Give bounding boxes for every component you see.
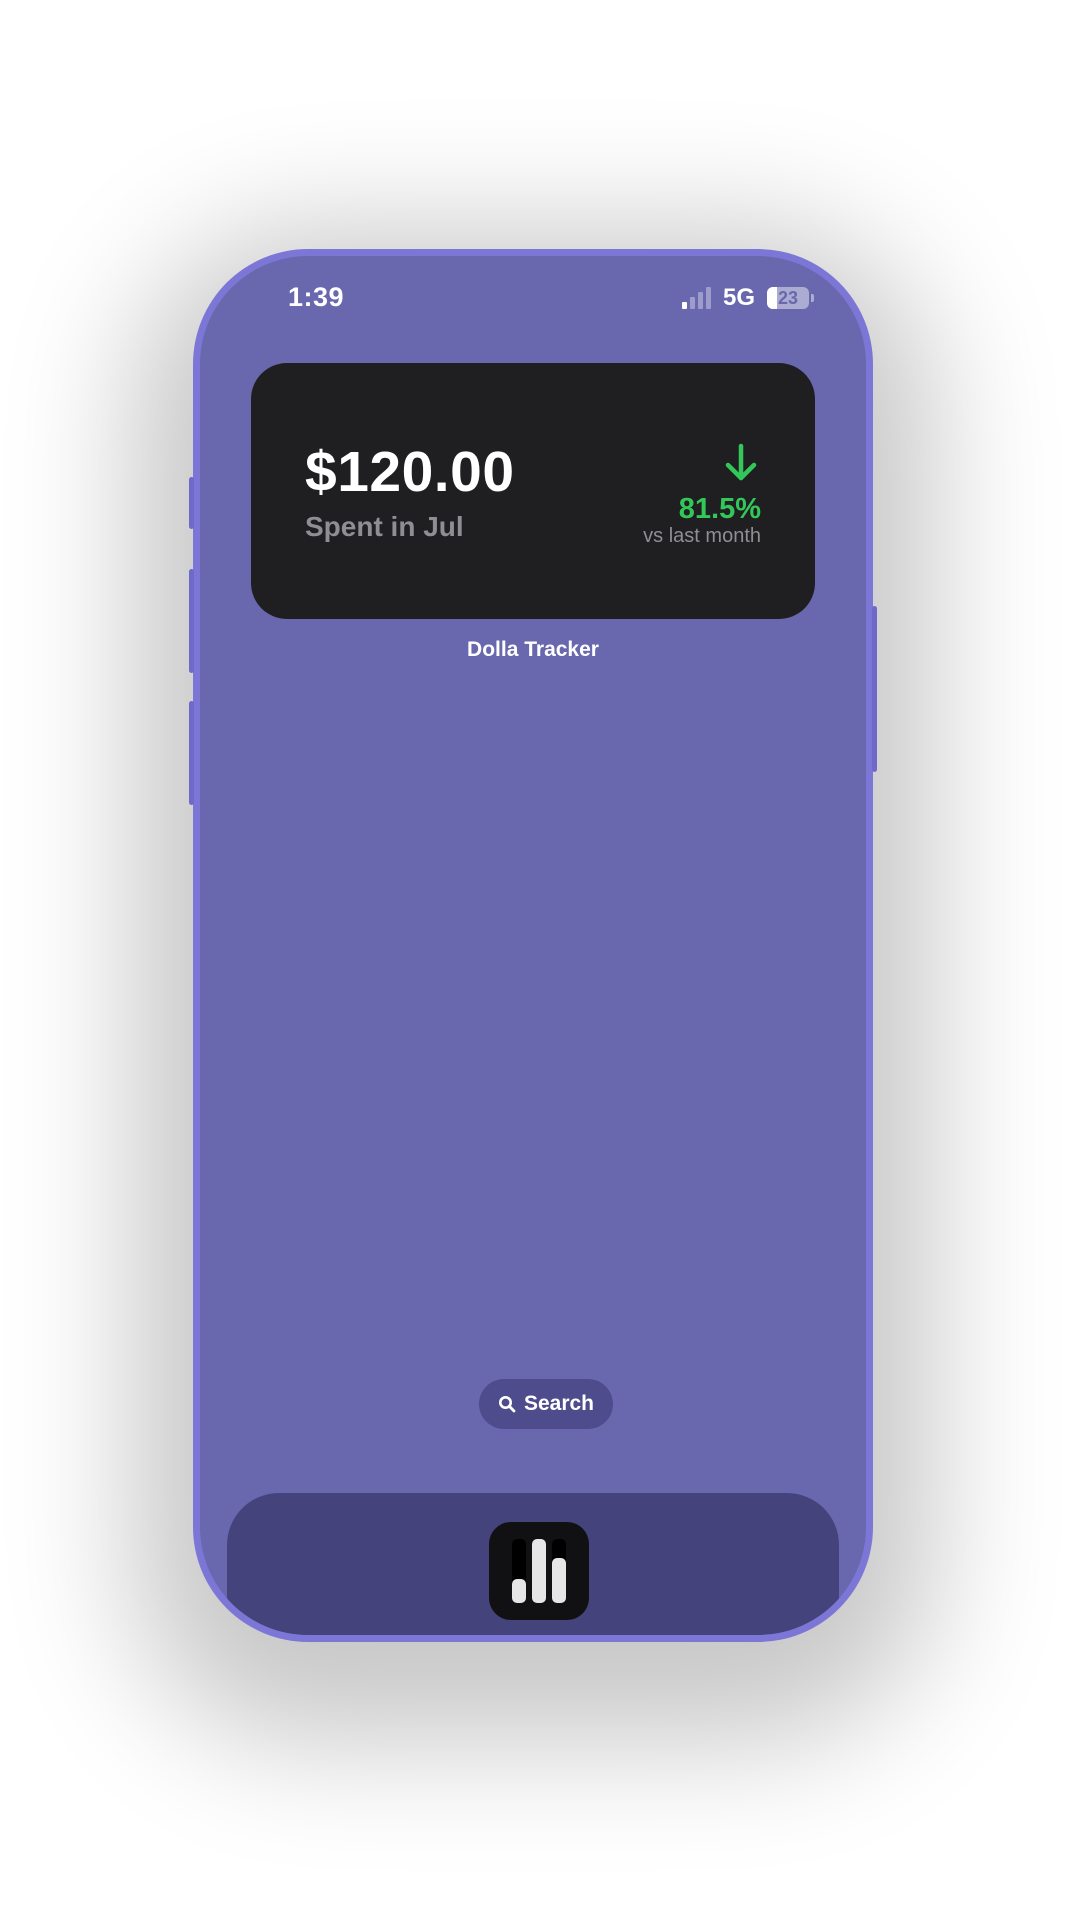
- dolla-tracker-app-icon[interactable]: [489, 1522, 589, 1620]
- battery-fill: [767, 287, 777, 309]
- action-button: [189, 477, 194, 529]
- dock: [227, 1493, 839, 1635]
- change-percent: 81.5%: [678, 493, 761, 525]
- arrow-down-icon: [725, 443, 757, 481]
- signal-bar: [705, 287, 711, 309]
- battery-icon: 23: [767, 287, 809, 309]
- search-button[interactable]: Search: [479, 1379, 613, 1429]
- page: 1:39 5G 23 $120.00 Spent in Jul 81.5% vs…: [0, 0, 1080, 1920]
- network-type: 5G: [722, 284, 755, 311]
- search-label: Search: [523, 1392, 595, 1415]
- phone-frame: 1:39 5G 23 $120.00 Spent in Jul 81.5% vs…: [189, 249, 877, 1642]
- cellular-signal-icon: [681, 287, 711, 309]
- search-icon: [498, 1396, 516, 1413]
- home-screen: 1:39 5G 23 $120.00 Spent in Jul 81.5% vs…: [200, 256, 866, 1635]
- status-time: 1:39: [288, 282, 345, 312]
- volume-down-button: [189, 701, 194, 805]
- bar-chart-icon: [512, 1539, 566, 1603]
- battery-level: 23: [777, 287, 799, 308]
- signal-bar: [697, 292, 703, 309]
- spent-period-label: Spent in Jul: [305, 511, 464, 542]
- signal-bar: [689, 297, 695, 309]
- widget-caption: Dolla Tracker: [467, 638, 599, 661]
- status-indicators: 5G 23: [681, 284, 814, 312]
- comparison-label: vs last month: [643, 525, 761, 547]
- battery-tip: [811, 294, 814, 302]
- spending-widget[interactable]: $120.00 Spent in Jul 81.5% vs last month: [251, 363, 815, 619]
- volume-up-button: [189, 569, 194, 673]
- signal-bar: [681, 302, 687, 309]
- power-button: [872, 606, 877, 772]
- spent-amount: $120.00: [305, 440, 515, 504]
